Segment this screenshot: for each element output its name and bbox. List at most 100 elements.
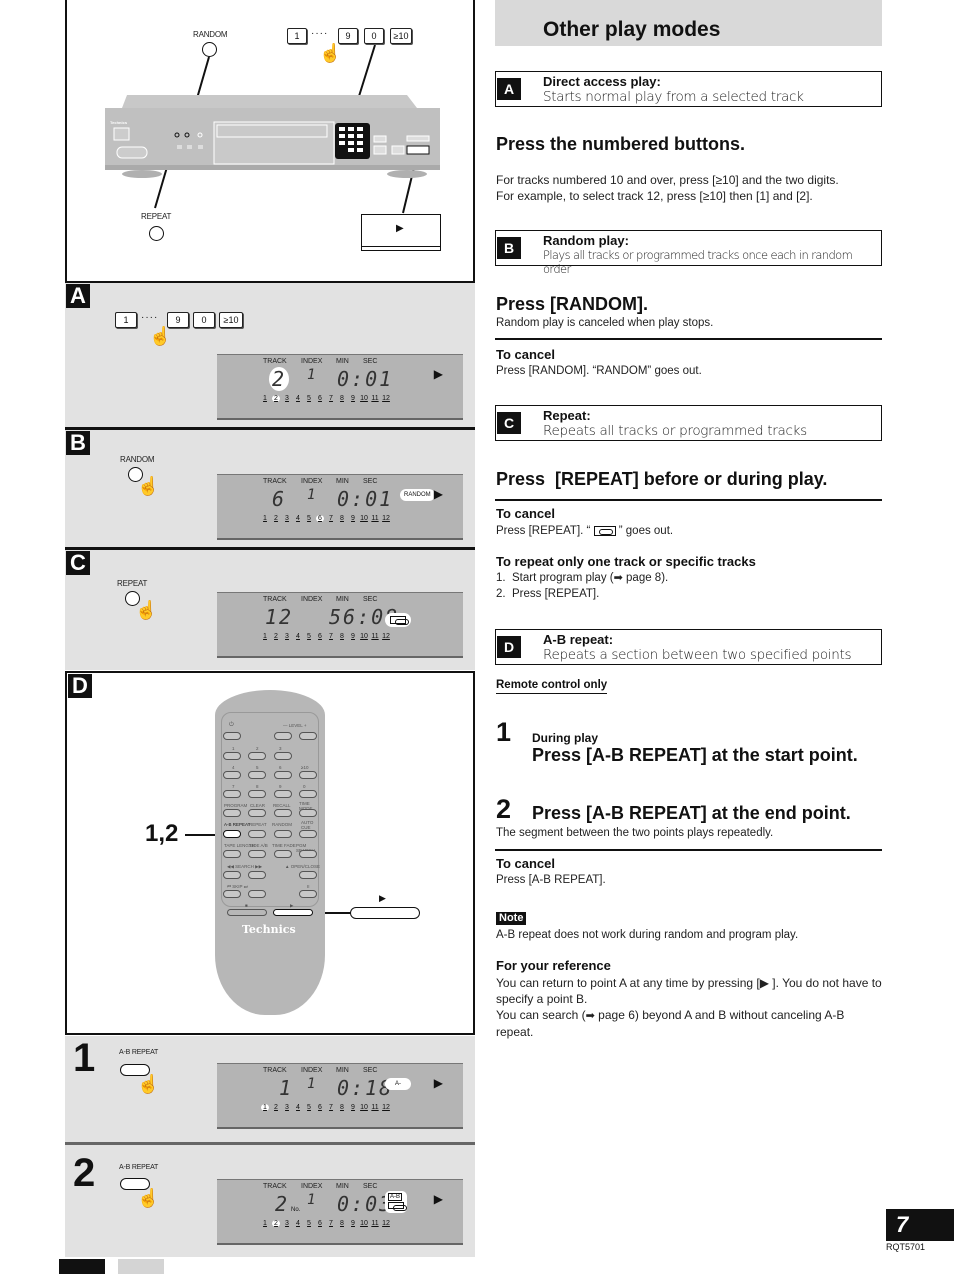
remote-key [273, 790, 292, 798]
lcd-time-value: 0:18 [337, 1076, 394, 1100]
lcd-track-number: 8 [340, 515, 344, 522]
lcd-track-number: 3 [285, 633, 289, 640]
lcd-label-sec: SEC [363, 478, 378, 485]
remote-key [223, 771, 241, 779]
panel-letter-c: C [66, 551, 90, 575]
remote-play-key [273, 909, 313, 916]
remote-key [298, 771, 317, 779]
lcd-track-number: 1 [263, 515, 267, 522]
remote-label: ◀◀ SEARCH ▶▶ [227, 864, 263, 869]
mode-title: A-B repeat: [543, 632, 614, 647]
remote-key [248, 771, 267, 779]
lcd-track-number: 6 [318, 633, 322, 640]
lcd-index-value: 1 [307, 367, 318, 383]
remote-label: II [307, 884, 310, 889]
remote-key [298, 850, 317, 858]
play-icon: ▶ [433, 487, 443, 501]
lcd-track-value: 2 [275, 1192, 290, 1216]
arrow-right-icon: ➡ [585, 1010, 595, 1022]
section-a-heading: Press the numbered buttons. [496, 134, 746, 154]
remote-label: 6 [279, 765, 282, 770]
remote-key [223, 790, 241, 798]
lcd-track-calendar: 1 2 3 4 5 6 7 8 9 10 11 12 [261, 395, 390, 402]
cd-player-brand: Technics [110, 120, 128, 125]
mode-letter: A [497, 78, 521, 100]
remote-key [298, 871, 317, 879]
ab-repeat-remote-label: A-B REPEAT [224, 822, 251, 827]
lcd-track-number: 10 [360, 1104, 368, 1111]
remote-label: 8 [256, 784, 259, 789]
random-label: RANDOM [120, 455, 155, 464]
remote-key [223, 850, 241, 858]
step-2-heading: Press [A-B REPEAT] at the end point. [532, 803, 851, 823]
lcd-track-number: 3 [285, 515, 289, 522]
remote-label: SIDE A/B [249, 843, 268, 848]
lcd-track-number: 12 [382, 515, 390, 522]
step-number: 2 [73, 1151, 96, 1195]
play-button-callout: ▶ [361, 214, 441, 251]
ab-repeat-remote-key [223, 830, 241, 838]
footer-tab-black [59, 1259, 105, 1274]
lcd-label-track: TRACK [263, 358, 287, 365]
section-c-specific-title: To repeat only one track or specific tra… [496, 554, 756, 569]
remote-key [223, 752, 241, 760]
lcd-track-number: 6 [316, 515, 324, 522]
mode-title: Random play: [543, 233, 629, 248]
lcd-label-index: INDEX [301, 1183, 323, 1190]
lcd-track-number: 9 [351, 1220, 355, 1227]
play-button-callout [350, 907, 420, 919]
repeat-button [149, 226, 164, 241]
lcd-track-number: 3 [285, 395, 289, 402]
remote-label: REPEAT [249, 822, 267, 827]
lcd-display: TRACK INDEX MIN SEC 12 56:08 1 2 3 4 5 6 7 8 9 10… [217, 592, 463, 658]
section-a-body-2: For example, to select track 12, press [… [496, 189, 813, 203]
ab-repeat-label: A-B REPEAT [119, 1049, 159, 1056]
remote-key [298, 890, 317, 898]
power-icon: ⏻ [229, 722, 234, 728]
stop-icon: ■ [245, 903, 248, 908]
page-number: 7 [886, 1209, 954, 1241]
reference-body-2: You can search (➡ page 6) beyond A and B… [496, 1008, 845, 1039]
lcd-track-number: 8 [340, 1104, 344, 1111]
remote-key [298, 790, 317, 798]
random-indicator: RANDOM [400, 489, 435, 501]
repeat-icon [388, 1202, 407, 1211]
step-1-sub: During play [532, 731, 599, 745]
section-c-heading: Press [REPEAT] before or during play. [496, 469, 828, 489]
section-c-step-1: 1. Start program play (➡ page 8). [496, 572, 669, 584]
lcd-label-index: INDEX [301, 1067, 323, 1074]
document-code: RQT5701 [886, 1242, 926, 1252]
remote-label: 3 [279, 746, 282, 751]
lcd-track-number: 6 [318, 1220, 322, 1227]
lcd-track-number: 10 [360, 515, 368, 522]
lcd-track-number: 10 [360, 395, 368, 402]
illustration-column: RANDOM Technics REPEAT 1 ···· 9 0 ≥10 ☝ … [65, 0, 475, 1274]
lcd-track-number: 10 [360, 633, 368, 640]
lcd-track-number: 11 [371, 515, 379, 522]
section-b-cancel-body: Press [RANDOM]. “RANDOM” goes out. [496, 365, 702, 377]
remote-label: 1 [232, 746, 235, 751]
lcd-track-value: 12 [265, 605, 294, 629]
lcd-display: TRACK INDEX MIN SEC 2 No. 1 0:03 A-B ▶ 1… [217, 1179, 463, 1245]
lcd-track-number: 4 [296, 633, 300, 640]
lcd-track-number: 8 [340, 395, 344, 402]
panel-c: C REPEAT ☝ TRACK INDEX MIN SEC 12 56:08 … [65, 550, 475, 670]
mode-description: Repeats a section between two specified … [543, 647, 852, 663]
remote-label: 4 [232, 765, 235, 770]
lcd-index-value: 1 [307, 1192, 318, 1208]
remote-control: ⏻ — LEVEL + 1 2 3 4 5 6 ≥10 7 8 9 0 PROG… [215, 690, 325, 1015]
lcd-label-index: INDEX [301, 596, 323, 603]
key-1: 1 [115, 312, 137, 328]
section-c-cancel-title: To cancel [496, 506, 556, 521]
mode-description: Repeats all tracks or programmed tracks [543, 423, 807, 439]
hand-pointer-icon: ☝ [137, 1188, 160, 1208]
key-0: 0 [364, 28, 384, 44]
step-number: 1 [73, 1036, 96, 1080]
lcd-track-number: 9 [351, 515, 355, 522]
lcd-display: TRACK INDEX MIN SEC 1 1 0:18 A- ▶ 123456… [217, 1063, 463, 1129]
lcd-track-number: 8 [340, 1220, 344, 1227]
lcd-track-number: 12 [382, 1220, 390, 1227]
lcd-label-track: TRACK [263, 1183, 287, 1190]
mode-description: Plays all tracks or programmed tracks on… [543, 248, 853, 276]
lcd-label-sec: SEC [363, 358, 378, 365]
